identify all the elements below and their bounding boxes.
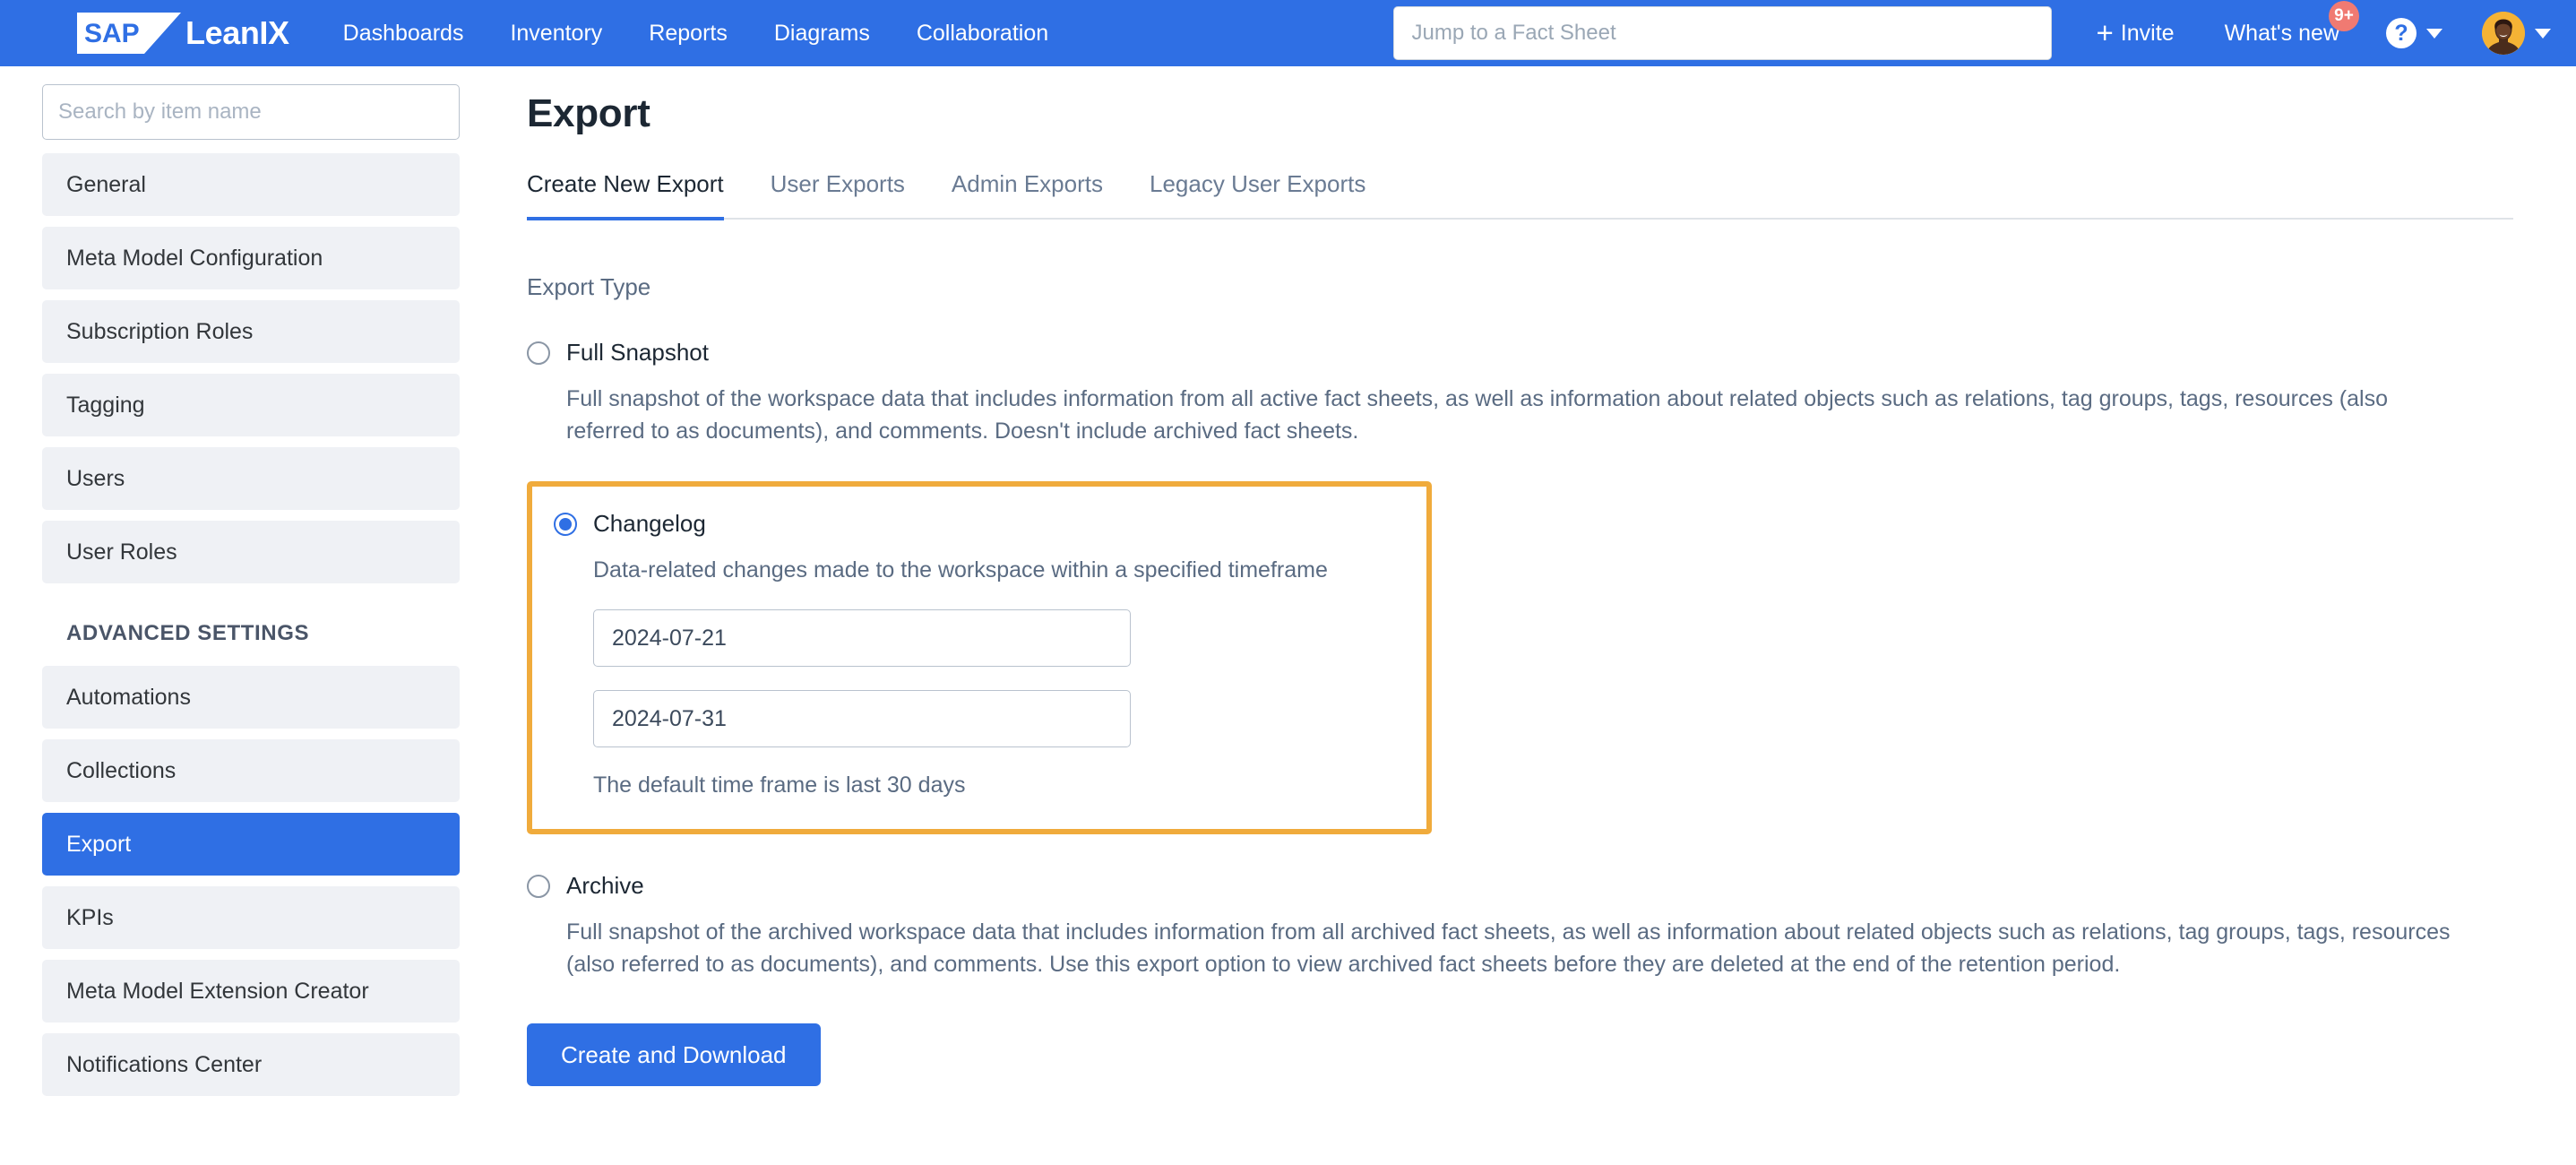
export-option-full-snapshot: Full Snapshot Full snapshot of the works…	[527, 339, 2513, 447]
help-menu-button[interactable]: ?	[2386, 18, 2442, 48]
export-tabs: Create New Export User Exports Admin Exp…	[527, 170, 2513, 220]
sidebar-item-kpis[interactable]: KPIs	[42, 886, 460, 949]
radio-full-snapshot[interactable]	[527, 341, 550, 365]
sidebar-item-automations[interactable]: Automations	[42, 666, 460, 729]
whats-new-button[interactable]: What's new 9+	[2224, 0, 2359, 47]
sidebar-item-notifications-center[interactable]: Notifications Center	[42, 1033, 460, 1096]
sidebar-item-subscription-roles[interactable]: Subscription Roles	[42, 300, 460, 363]
sidebar-item-general[interactable]: General	[42, 153, 460, 216]
plus-icon: +	[2096, 15, 2114, 49]
changelog-description: Data-related changes made to the workspa…	[593, 557, 1328, 582]
settings-sidebar: General Meta Model Configuration Subscri…	[0, 66, 502, 1165]
nav-item-inventory[interactable]: Inventory	[510, 21, 602, 47]
chevron-down-icon	[2535, 28, 2551, 39]
full-snapshot-header[interactable]: Full Snapshot	[527, 339, 2513, 367]
changelog-header[interactable]: Changelog	[554, 510, 1400, 538]
user-menu-button[interactable]	[2482, 12, 2551, 55]
sidebar-item-user-roles[interactable]: User Roles	[42, 521, 460, 583]
invite-button[interactable]: + Invite	[2096, 15, 2175, 49]
sidebar-item-meta-model-configuration[interactable]: Meta Model Configuration	[42, 227, 460, 289]
nav-item-diagrams[interactable]: Diagrams	[774, 21, 870, 47]
full-snapshot-title: Full Snapshot	[566, 339, 709, 366]
sidebar-item-collections[interactable]: Collections	[42, 739, 460, 802]
sidebar-item-meta-model-extension-creator[interactable]: Meta Model Extension Creator	[42, 960, 460, 1023]
nav-item-collaboration[interactable]: Collaboration	[917, 21, 1048, 47]
changelog-title: Changelog	[593, 510, 706, 537]
sidebar-primary-list: General Meta Model Configuration Subscri…	[0, 153, 502, 583]
export-option-changelog-highlighted: Changelog Data-related changes made to t…	[527, 481, 1432, 834]
whats-new-label: What's new	[2224, 20, 2339, 46]
export-option-archive: Archive Full snapshot of the archived wo…	[527, 872, 2513, 980]
changelog-start-date-input[interactable]	[593, 609, 1131, 667]
radio-archive[interactable]	[527, 874, 550, 898]
sidebar-item-export[interactable]: Export	[42, 813, 460, 876]
help-icon: ?	[2386, 18, 2417, 48]
tab-admin-exports[interactable]: Admin Exports	[952, 170, 1103, 218]
main-nav-links: Dashboards Inventory Reports Diagrams Co…	[343, 21, 1049, 47]
sidebar-search-row	[0, 84, 502, 140]
sidebar-advanced-list: Automations Collections Export KPIs Meta…	[0, 666, 502, 1096]
page-body: General Meta Model Configuration Subscri…	[0, 66, 2576, 1165]
nav-right-cluster: + Invite What's new 9+ ?	[1392, 0, 2551, 60]
tab-user-exports[interactable]: User Exports	[771, 170, 905, 218]
export-type-label: Export Type	[527, 273, 651, 300]
product-name: LeanIX	[185, 14, 289, 51]
archive-header[interactable]: Archive	[527, 872, 2513, 900]
sap-logo-icon: SAP	[77, 13, 181, 54]
changelog-end-date-input[interactable]	[593, 690, 1131, 747]
sidebar-section-advanced-settings: ADVANCED SETTINGS	[66, 621, 310, 645]
nav-item-reports[interactable]: Reports	[649, 21, 728, 47]
whats-new-badge: 9+	[2329, 0, 2359, 31]
sidebar-item-users[interactable]: Users	[42, 447, 460, 510]
nav-item-dashboards[interactable]: Dashboards	[343, 21, 464, 47]
page-title: Export	[527, 91, 650, 135]
changelog-hint: The default time frame is last 30 days	[593, 772, 966, 798]
archive-description: Full snapshot of the archived workspace …	[566, 919, 2451, 977]
svg-text:SAP: SAP	[84, 19, 140, 48]
tab-legacy-user-exports[interactable]: Legacy User Exports	[1150, 170, 1366, 218]
chevron-down-icon	[2426, 28, 2442, 39]
create-and-download-button[interactable]: Create and Download	[527, 1023, 821, 1086]
sidebar-item-tagging[interactable]: Tagging	[42, 374, 460, 436]
sidebar-search-input[interactable]	[42, 84, 460, 140]
main-content: Export Create New Export User Exports Ad…	[502, 66, 2576, 1165]
invite-label: Invite	[2120, 20, 2175, 46]
full-snapshot-description: Full snapshot of the workspace data that…	[566, 386, 2388, 444]
tab-create-new-export[interactable]: Create New Export	[527, 170, 724, 220]
brand-logo[interactable]: SAP LeanIX	[77, 13, 289, 54]
archive-title: Archive	[566, 872, 644, 899]
top-navigation-bar: SAP LeanIX Dashboards Inventory Reports …	[0, 0, 2576, 66]
fact-sheet-search-input[interactable]	[1392, 6, 2052, 60]
radio-changelog[interactable]	[554, 512, 577, 536]
avatar	[2482, 12, 2525, 55]
